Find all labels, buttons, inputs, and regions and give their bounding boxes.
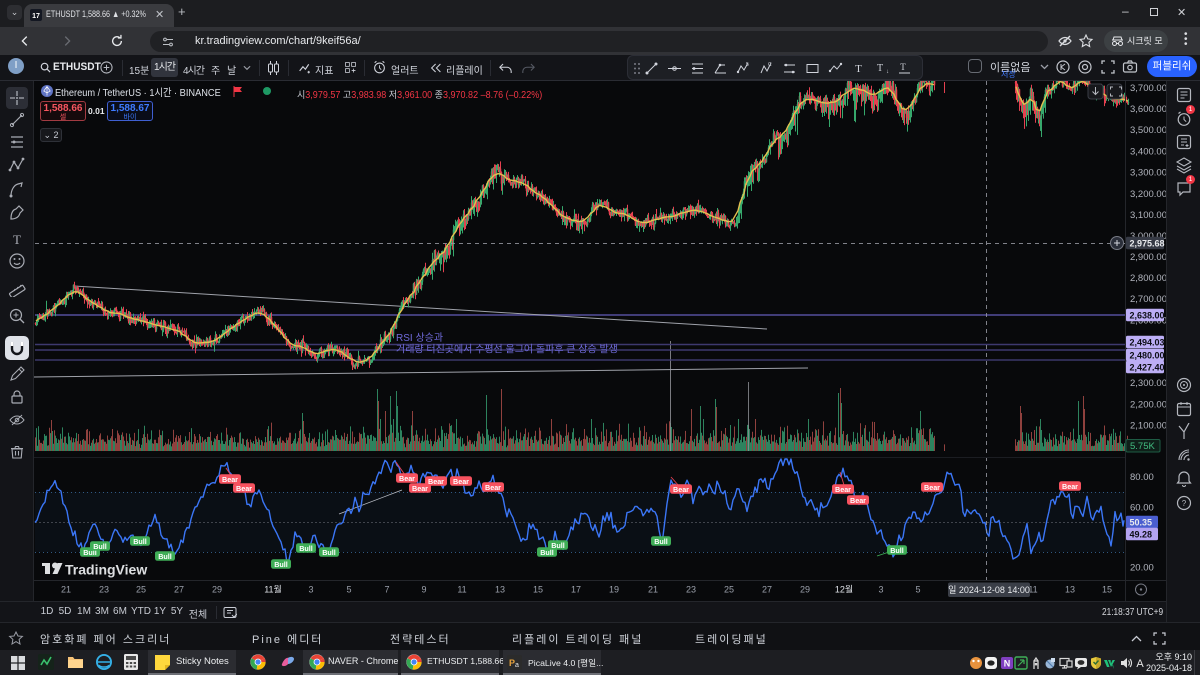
svg-text:15: 15 [533, 585, 543, 595]
svg-text:29: 29 [800, 585, 810, 595]
svg-text:20.00: 20.00 [1130, 563, 1154, 574]
svg-text:3,300.00: 3,300.00 [1130, 168, 1166, 179]
svg-text:2,300.00: 2,300.00 [1130, 378, 1166, 389]
svg-text:13: 13 [1065, 585, 1075, 595]
svg-text:5: 5 [915, 585, 920, 595]
svg-text:2,638.00: 2,638.00 [1130, 310, 1165, 320]
svg-text:19: 19 [609, 585, 619, 595]
svg-text:3: 3 [308, 585, 313, 595]
svg-text:TradingView: TradingView [65, 562, 147, 578]
svg-text:일 2024-12-08 14:00: 일 2024-12-08 14:00 [948, 585, 1030, 595]
svg-text:Bear: Bear [485, 483, 501, 492]
svg-text:60.00: 60.00 [1130, 503, 1154, 514]
svg-text:3,600.00: 3,600.00 [1130, 104, 1166, 115]
svg-text:2,700.00: 2,700.00 [1130, 294, 1166, 305]
svg-text:Bull: Bull [93, 542, 107, 551]
svg-text:RSI 상승과: RSI 상승과 [396, 332, 443, 344]
svg-text:23: 23 [99, 585, 109, 595]
svg-text:21: 21 [61, 585, 71, 595]
svg-text:3,700.00: 3,700.00 [1130, 83, 1166, 94]
svg-text:Bull: Bull [299, 544, 313, 553]
svg-text:9: 9 [421, 585, 426, 595]
svg-text:Bear: Bear [222, 475, 238, 484]
svg-text:17: 17 [571, 585, 581, 595]
svg-text:11월: 11월 [264, 584, 282, 595]
svg-text:2,100.00: 2,100.00 [1130, 421, 1166, 432]
svg-text:25: 25 [724, 585, 734, 595]
svg-text:Bull: Bull [133, 537, 147, 546]
svg-text:27: 27 [174, 585, 184, 595]
svg-text:Bull: Bull [274, 560, 288, 569]
svg-text:?: ? [1182, 499, 1187, 508]
svg-text:Bear: Bear [835, 485, 851, 494]
svg-text:Bull: Bull [890, 546, 904, 555]
svg-text:2,900.00: 2,900.00 [1130, 252, 1166, 263]
svg-text:C: C [768, 62, 772, 68]
svg-text:Bull: Bull [158, 552, 172, 561]
svg-text:3,100.00: 3,100.00 [1130, 210, 1166, 221]
svg-text:Bear: Bear [924, 483, 940, 492]
svg-text:3,400.00: 3,400.00 [1130, 147, 1166, 158]
svg-text:21: 21 [648, 585, 658, 595]
svg-text:2,975.68: 2,975.68 [1130, 238, 1165, 248]
svg-text:Bear: Bear [399, 474, 415, 483]
svg-text:5: 5 [346, 585, 351, 595]
svg-text:80.00: 80.00 [1130, 472, 1154, 483]
svg-text:29: 29 [212, 585, 222, 595]
svg-text:49.28: 49.28 [1130, 529, 1153, 539]
svg-text:11: 11 [457, 585, 466, 595]
svg-text:2,494.03: 2,494.03 [1130, 337, 1165, 347]
svg-text:Bear: Bear [236, 484, 252, 493]
svg-text:15: 15 [1102, 585, 1112, 595]
svg-text:23: 23 [686, 585, 696, 595]
svg-text:거래량 터진곳에서 수평선 울그어 돌파후 큰 상승 발생: 거래량 터진곳에서 수평선 울그어 돌파후 큰 상승 발생 [396, 344, 618, 356]
svg-text:7: 7 [384, 585, 389, 595]
svg-text:Bear: Bear [412, 484, 428, 493]
svg-text:T: T [855, 63, 862, 75]
svg-text:13: 13 [495, 585, 505, 595]
svg-text:27: 27 [762, 585, 772, 595]
svg-text:50.35: 50.35 [1130, 517, 1153, 527]
svg-text:12월: 12월 [835, 584, 853, 595]
svg-text:Bear: Bear [453, 477, 469, 486]
svg-text:a: a [515, 662, 519, 669]
svg-text:Bear: Bear [428, 477, 444, 486]
svg-text:2,200.00: 2,200.00 [1130, 400, 1166, 411]
svg-text:↓: ↓ [886, 69, 889, 75]
svg-text:2,427.40: 2,427.40 [1130, 362, 1165, 372]
svg-text:3: 3 [878, 585, 883, 595]
svg-text:2,480.00: 2,480.00 [1130, 350, 1165, 360]
svg-text:5: 5 [746, 62, 749, 68]
svg-text:Bear: Bear [850, 496, 866, 505]
svg-text:Bull: Bull [654, 537, 668, 546]
svg-text:T: T [900, 62, 906, 72]
svg-text:3,200.00: 3,200.00 [1130, 189, 1166, 200]
svg-text:Bull: Bull [551, 541, 565, 550]
svg-text:5.75K: 5.75K [1130, 441, 1155, 452]
svg-text:T: T [877, 63, 883, 74]
svg-text:17: 17 [32, 13, 40, 20]
svg-text:25: 25 [136, 585, 146, 595]
svg-text:3,500.00: 3,500.00 [1130, 125, 1166, 136]
svg-text:N: N [1004, 659, 1011, 669]
svg-text:Bear: Bear [1062, 482, 1078, 491]
svg-text:Bull: Bull [322, 548, 336, 557]
svg-text:T: T [13, 232, 21, 247]
svg-text:Bear: Bear [673, 485, 689, 494]
svg-text:2,800.00: 2,800.00 [1130, 273, 1166, 284]
